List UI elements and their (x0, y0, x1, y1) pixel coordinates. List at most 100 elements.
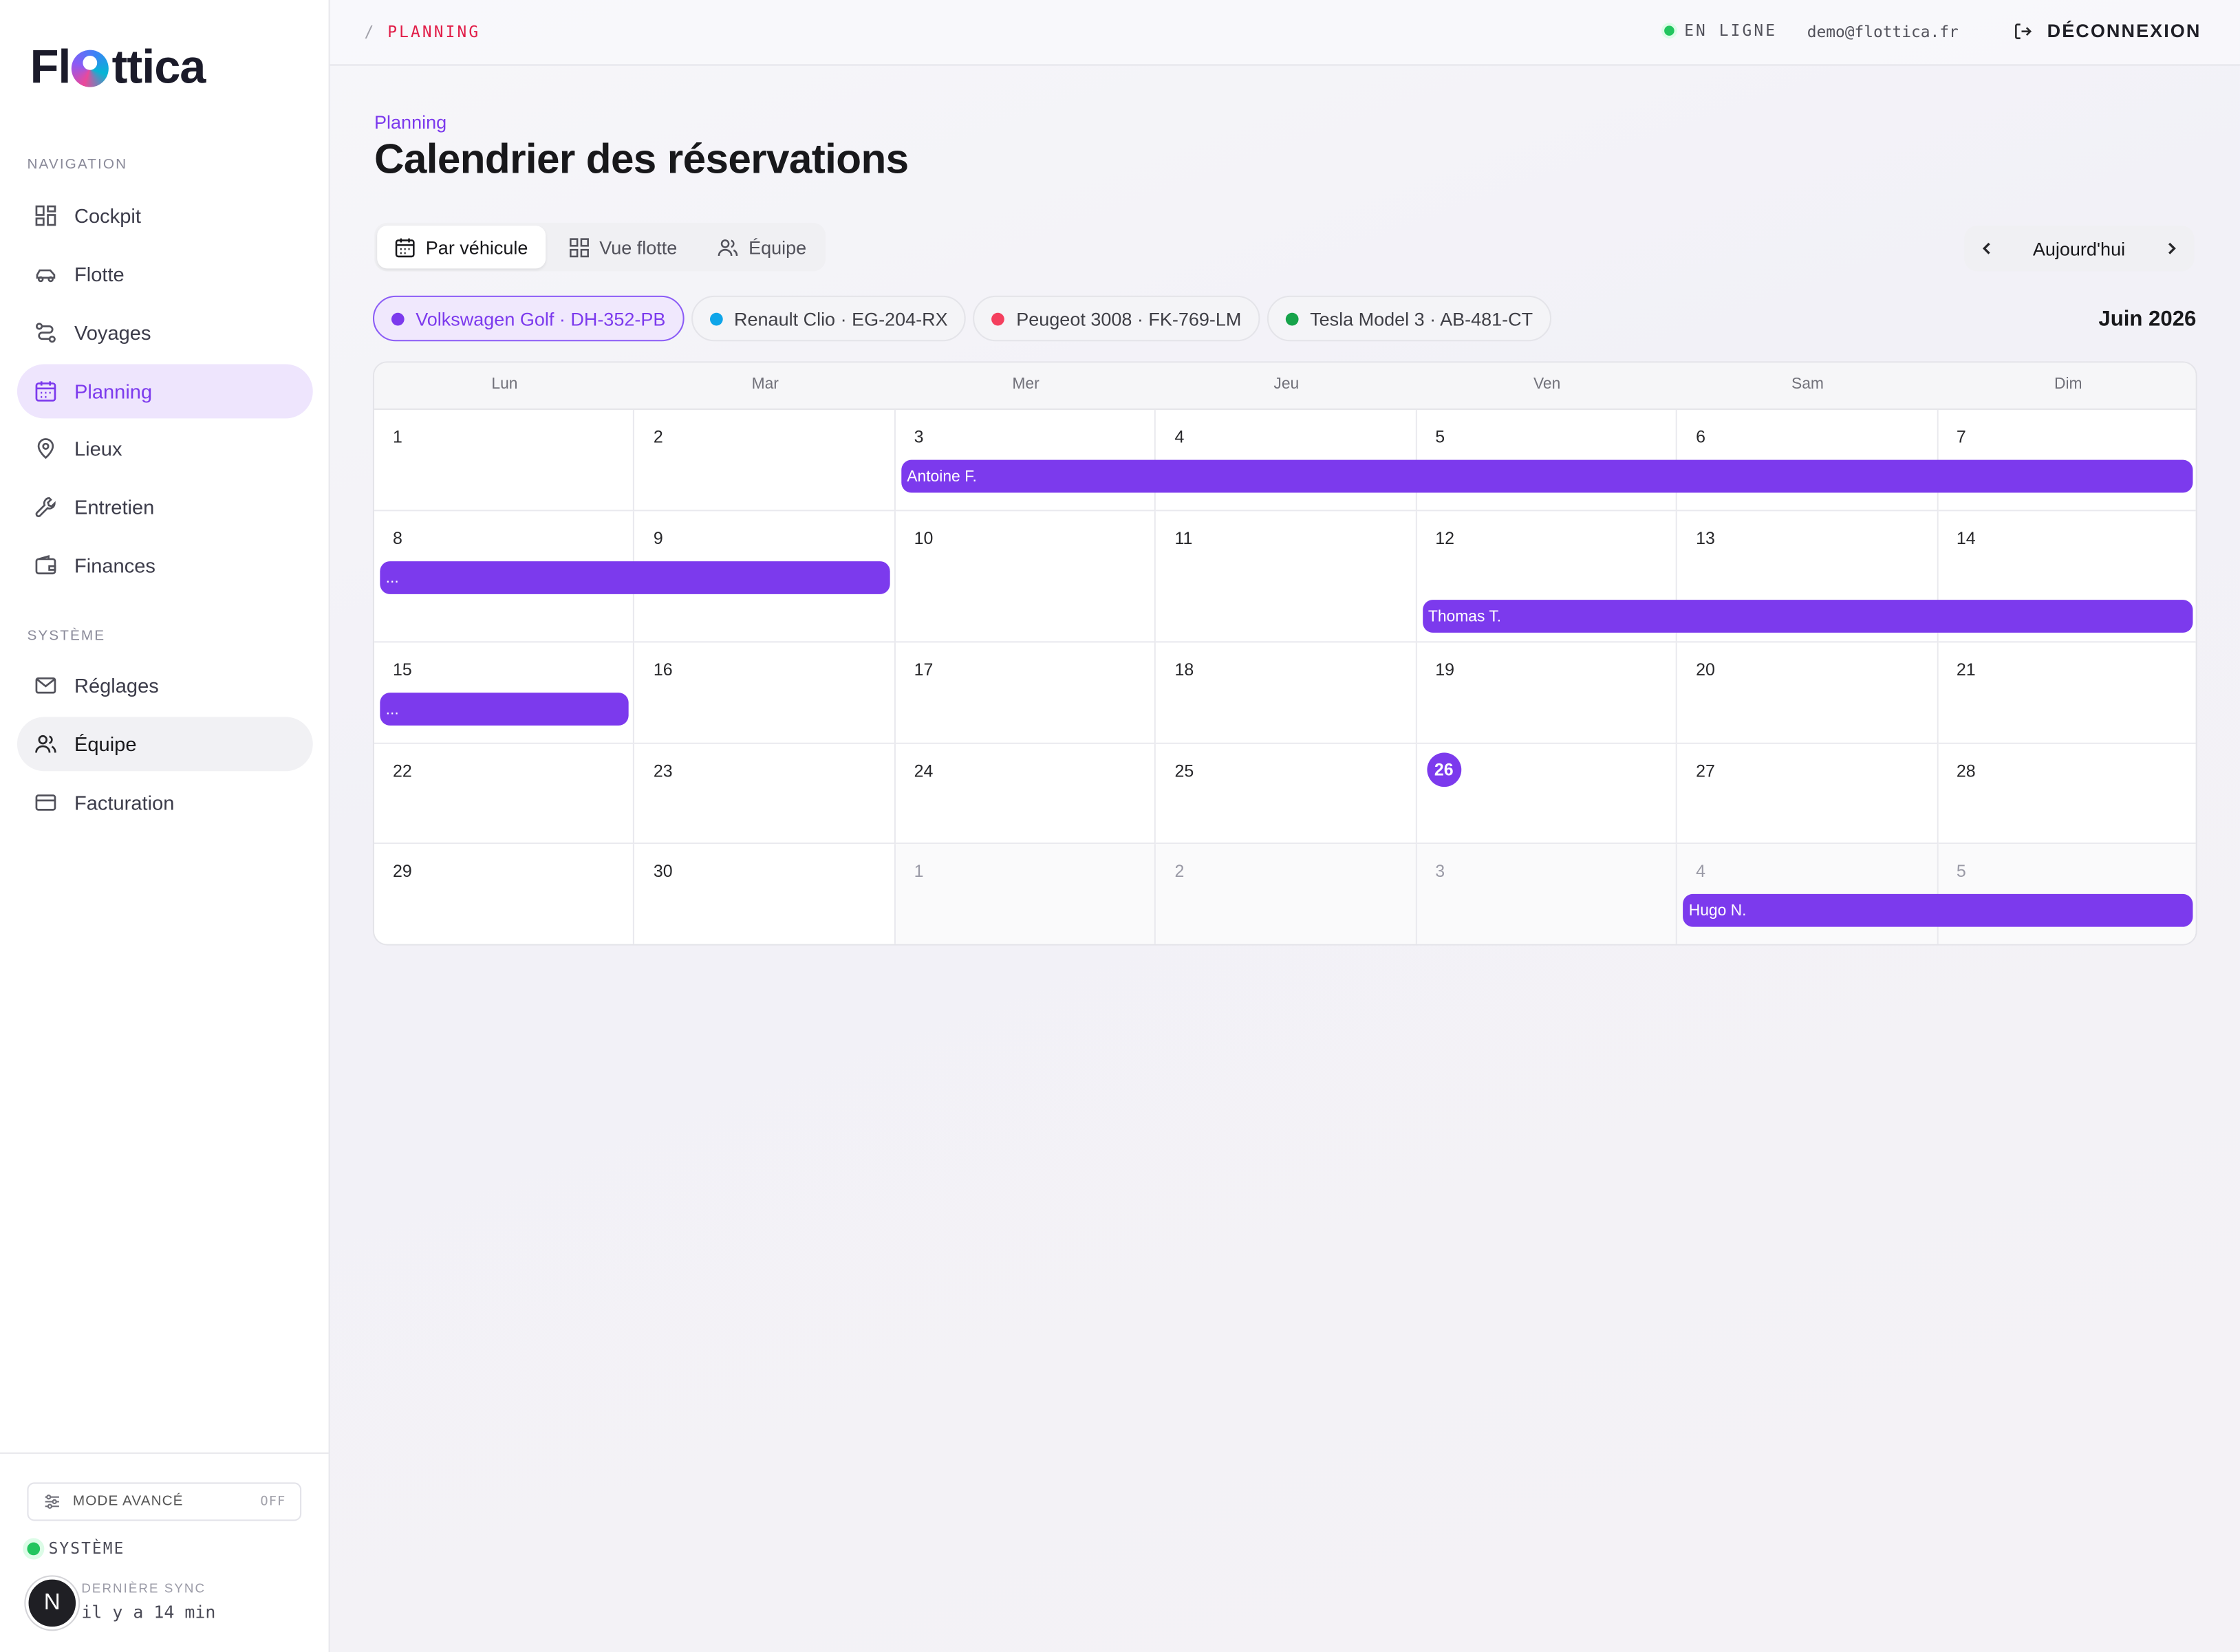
sidebar-item-voyages[interactable]: Voyages (17, 305, 313, 360)
calendar-day-cell[interactable]: 20 (1677, 642, 1938, 744)
tab-vue-flotte[interactable]: Vue flotte (551, 226, 695, 268)
page-kicker: Planning (374, 111, 447, 133)
day-number: 4 (1174, 426, 1185, 447)
calendar-day-cell[interactable]: 18 (1156, 642, 1417, 744)
calendar-weekday-header: Lun Mar Mer Jeu Ven Sam Dim (374, 362, 2196, 410)
vehicle-chip-label: Tesla Model 3 · AB-481-CT (1310, 307, 1533, 329)
system-status: SYSTÈME (27, 1539, 125, 1558)
sidebar-item-label: Lieux (74, 437, 122, 460)
reservation-event[interactable]: ... (380, 561, 890, 594)
day-number: 2 (653, 426, 663, 447)
calendar-day-cell[interactable]: 19 (1417, 642, 1678, 744)
tab-label: Vue flotte (599, 236, 678, 258)
day-number: 15 (393, 660, 412, 680)
day-number: 25 (1174, 761, 1194, 781)
calendar-day-cell[interactable]: 16 (634, 642, 896, 744)
user-email: demo@flottica.fr (1807, 23, 1959, 42)
day-number: 16 (653, 660, 673, 680)
day-number: 9 (653, 528, 663, 549)
day-number: 4 (1696, 861, 1705, 882)
calendar-day-cell[interactable]: 1 (374, 409, 635, 512)
vehicle-chip[interactable]: Tesla Model 3 · AB-481-CT (1267, 295, 1552, 342)
users-icon (35, 735, 56, 753)
day-number: 6 (1696, 426, 1705, 447)
credit-card-icon (35, 794, 56, 811)
calendar-grid: 1 2 3 4 5 6 7 8 9 10 11 12 13 14 15 16 17 18 19 20 21 22 23 24 2… (374, 409, 2196, 944)
reservation-event[interactable]: Antoine F. (901, 459, 2193, 493)
sidebar-item-label: Entretien (74, 495, 155, 519)
tab-label: Équipe (749, 236, 807, 258)
sidebar-item-finances[interactable]: Finances (17, 539, 313, 593)
weekday-label: Dim (2054, 376, 2082, 393)
calendar-day-cell[interactable]: 1 (895, 844, 1156, 944)
sidebar-item-equipe[interactable]: Équipe (17, 717, 313, 772)
today-button[interactable]: Aujourd'hui (2010, 238, 2149, 259)
weekday-label: Lun (491, 376, 518, 393)
logout-button[interactable]: DÉCONNEXION (2013, 20, 2201, 41)
brand-logo[interactable]: Fl ttica (30, 40, 206, 94)
vehicle-chip[interactable]: Volkswagen Golf · DH-352-PB (372, 295, 685, 342)
day-number: 5 (1435, 426, 1445, 447)
day-number: 13 (1696, 528, 1715, 549)
system-section-label: SYSTÈME (27, 628, 106, 644)
day-number: 19 (1435, 660, 1455, 680)
vehicle-color-dot-icon (709, 312, 723, 325)
calendar-day-cell[interactable]: 21 (1937, 642, 2196, 744)
calendar-day-cell[interactable]: 17 (895, 642, 1156, 744)
calendar-day-cell[interactable]: 26 (1417, 743, 1678, 845)
calendar-day-cell[interactable]: 28 (1937, 743, 2196, 845)
calendar-day-cell[interactable]: 29 (374, 844, 635, 944)
chevron-left-icon (1982, 242, 1990, 254)
day-number: 7 (1956, 426, 1966, 447)
calendar-day-cell[interactable]: 2 (634, 409, 896, 512)
logo-text-left: Fl (30, 40, 72, 93)
calendar-day-cell[interactable]: 2 (1156, 844, 1417, 944)
day-number: 18 (1174, 660, 1194, 680)
advanced-mode-label: MODE AVANCÉ (72, 1494, 184, 1510)
sidebar-item-flotte[interactable]: Flotte (17, 247, 313, 301)
day-number: 10 (914, 528, 934, 549)
online-dot-icon (1664, 25, 1674, 36)
calendar-day-cell[interactable]: 25 (1156, 743, 1417, 845)
vehicle-chip[interactable]: Renault Clio · EG-204-RX (691, 295, 967, 342)
today-day-number: 26 (1426, 752, 1461, 787)
reservation-event[interactable]: Thomas T. (1422, 600, 2193, 633)
calendar-day-cell[interactable]: 11 (1156, 511, 1417, 643)
day-number: 3 (1435, 861, 1445, 882)
previous-month-button[interactable] (1964, 226, 2010, 271)
sidebar-item-cockpit[interactable]: Cockpit (17, 188, 313, 243)
breadcrumb: / PLANNING (365, 23, 481, 41)
sidebar-item-facturation[interactable]: Facturation (17, 776, 313, 830)
vehicle-chip[interactable]: Peugeot 3008 · FK-769-LM (973, 295, 1260, 342)
nav-section-label: NAVIGATION (27, 157, 128, 173)
users-icon (718, 239, 738, 256)
grid-icon (569, 237, 588, 257)
mail-icon (35, 677, 56, 694)
calendar-day-cell[interactable]: 30 (634, 844, 896, 944)
reservation-calendar: Lun Mar Mer Jeu Ven Sam Dim 1 2 3 4 5 6 7 8 9 10 11 12 13 1… (372, 361, 2197, 946)
calendar-day-cell[interactable]: 22 (374, 743, 635, 845)
day-number: 3 (914, 426, 924, 447)
tab-equipe[interactable]: Équipe (700, 226, 823, 268)
reservation-event[interactable]: ... (380, 693, 629, 726)
calendar-day-cell[interactable]: 23 (634, 743, 896, 845)
sidebar-item-planning[interactable]: Planning (17, 364, 313, 419)
sidebar-item-entretien[interactable]: Entretien (17, 480, 313, 534)
route-icon (36, 323, 56, 343)
calendar-day-cell[interactable]: 10 (895, 511, 1156, 643)
avatar[interactable]: N (25, 1576, 79, 1630)
advanced-mode-state: OFF (260, 1495, 286, 1509)
vehicle-chip-label: Volkswagen Golf · DH-352-PB (416, 307, 666, 329)
reservation-event[interactable]: Hugo N. (1683, 893, 2193, 927)
advanced-mode-toggle[interactable]: MODE AVANCÉ OFF (27, 1482, 302, 1521)
status-dot-icon (27, 1542, 41, 1556)
tab-par-vehicule[interactable]: Par véhicule (377, 226, 546, 269)
calendar-day-cell[interactable]: 3 (1417, 844, 1678, 944)
sidebar-item-lieux[interactable]: Lieux (17, 422, 313, 476)
car-icon (36, 269, 56, 283)
next-month-button[interactable] (2148, 226, 2193, 271)
calendar-day-cell[interactable]: 24 (895, 743, 1156, 845)
day-number: 17 (914, 660, 934, 680)
calendar-day-cell[interactable]: 27 (1677, 743, 1938, 845)
sidebar-item-reglages[interactable]: Réglages (17, 658, 313, 713)
